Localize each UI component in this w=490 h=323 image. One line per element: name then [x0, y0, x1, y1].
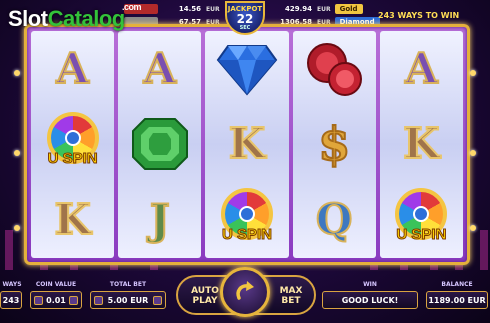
coin-value: 0.01 [46, 295, 66, 305]
side-pin [14, 70, 20, 76]
uspin-wheel-icon: U SPIN [215, 188, 279, 252]
uspin-wheel-icon: U SPIN [41, 112, 105, 176]
control-bar: WAYS 243 COIN VALUE 0.01 TOTAL BET 5.00 … [0, 267, 490, 323]
symbol-k: K [228, 119, 266, 169]
neon-bar [480, 230, 488, 270]
symbol-k: K [402, 119, 440, 169]
coin-value-stepper: 0.01 [30, 291, 82, 309]
ways-label: WAYS [2, 281, 22, 288]
symbol-emerald [123, 109, 197, 179]
total-bet-stepper: 5.00 EUR [90, 291, 166, 309]
symbol-j: J [149, 195, 171, 245]
spin-button[interactable] [220, 267, 270, 317]
symbol-k: K [53, 195, 91, 245]
spin-arrow-icon [236, 281, 254, 300]
coin-decrease-button[interactable] [34, 295, 43, 305]
neon-bar [5, 230, 13, 270]
reel-3: K U SPIN [205, 31, 289, 258]
reel-1: A U SPIN K [31, 31, 115, 258]
bet-increase-button[interactable] [153, 295, 162, 305]
reel-4: $ Q [292, 31, 376, 258]
symbol-dollar: $ [317, 116, 351, 172]
diamond-icon [216, 44, 278, 96]
side-pin [14, 150, 20, 156]
emerald-icon [131, 118, 188, 171]
symbol-ruby [297, 34, 371, 104]
symbol-diamond [210, 34, 284, 104]
coin-value-label: COIN VALUE [35, 281, 77, 288]
side-pin [470, 70, 476, 76]
side-pin [470, 225, 476, 231]
symbol-uspin: U SPIN [36, 109, 110, 179]
side-pin [470, 150, 476, 156]
ruby-icon [307, 42, 363, 96]
reel-2: AJ [118, 31, 202, 258]
reel-frame: AU SPIN K A J K U SPIN $ Q A K U SPIN [24, 24, 470, 265]
side-pin [14, 225, 20, 231]
balance-value: 1189.00 EUR [426, 291, 488, 309]
symbol-a: A [404, 43, 439, 93]
jackpot-timer: JACKPOT 22 SEC [225, 1, 265, 35]
symbol-uspin: U SPIN [384, 185, 458, 255]
symbol-uspin: U SPIN [210, 185, 284, 255]
total-bet-label: TOTAL BET [109, 281, 147, 288]
jackpot-right-1: 429.94 EUR Gold [272, 3, 363, 15]
ways-value: 243 [0, 291, 22, 309]
ways-to-win-title: 243 WAYS TO WIN [378, 11, 460, 20]
win-label: WIN [363, 281, 377, 288]
slotcatalog-watermark: SlotCatalog .com [8, 2, 142, 31]
symbol-a: A [143, 43, 178, 93]
auto-play-button[interactable]: AUTO PLAY [186, 286, 224, 306]
total-bet-value: 5.00 EUR [107, 295, 149, 305]
bet-decrease-button[interactable] [94, 295, 103, 305]
win-value: GOOD LUCK! [322, 291, 418, 309]
uspin-wheel-icon: U SPIN [389, 188, 453, 252]
symbol-q: Q [315, 195, 354, 245]
coin-increase-button[interactable] [69, 295, 78, 305]
reel-5: AK U SPIN [379, 31, 464, 258]
max-bet-button[interactable]: MAX BET [272, 286, 310, 306]
balance-label: BALANCE [441, 281, 473, 288]
symbol-a: A [55, 43, 90, 93]
